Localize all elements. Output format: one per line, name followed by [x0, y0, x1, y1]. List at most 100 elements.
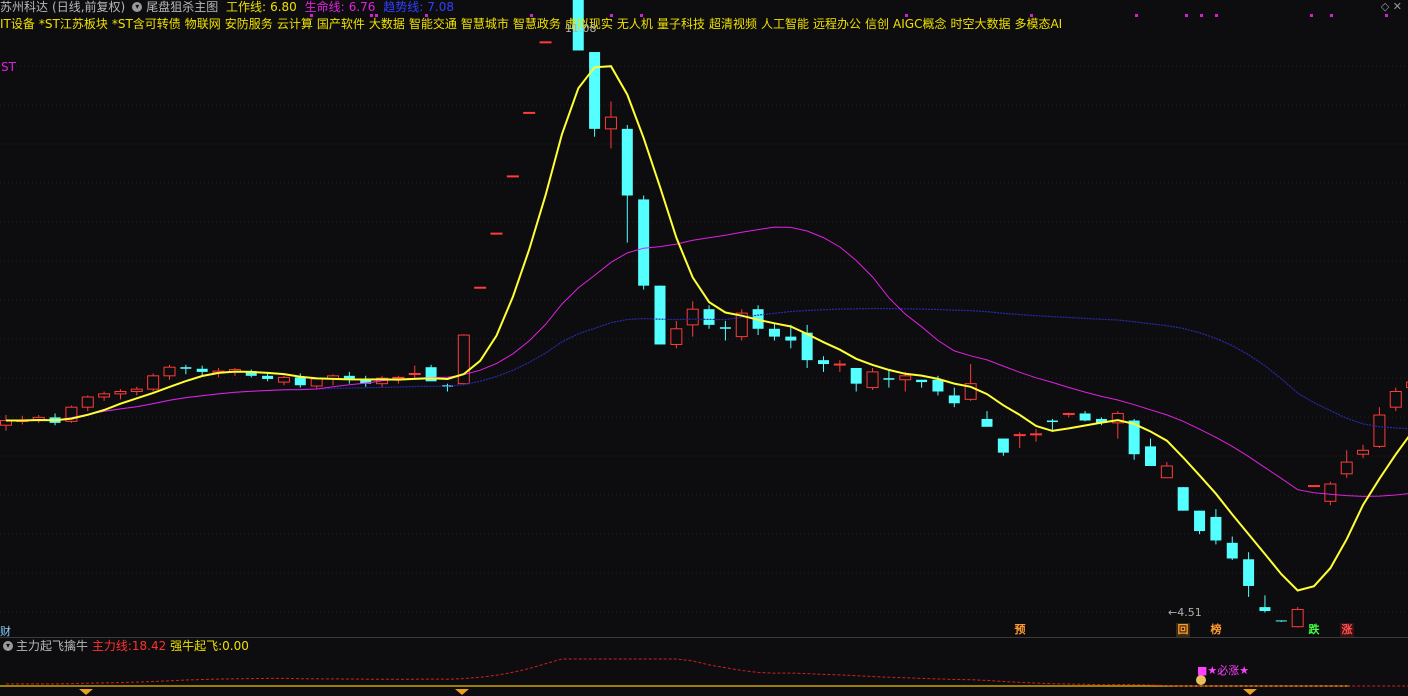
candle-body: [1194, 510, 1206, 532]
concept-tag[interactable]: *ST含可转债: [112, 17, 181, 31]
candle: [1373, 407, 1386, 448]
concept-tag[interactable]: 远程办公: [813, 17, 861, 31]
candle-body: [1046, 420, 1058, 423]
life-line-value: 6.76: [348, 0, 376, 14]
candle-body: [408, 372, 421, 375]
candle-body: [277, 376, 290, 383]
bull-label: 强牛起飞:: [170, 639, 223, 653]
concept-tag[interactable]: 智能交通: [409, 17, 457, 31]
candle-body: [1324, 483, 1337, 502]
candle-body: [1160, 465, 1173, 479]
candle: [1259, 595, 1271, 613]
concept-tag[interactable]: AIGC概念: [893, 17, 946, 31]
candle-body: [1275, 620, 1287, 622]
concept-tag[interactable]: 量子科技: [657, 17, 705, 31]
concept-tag[interactable]: *ST江苏板块: [39, 17, 108, 31]
concept-tag[interactable]: 大数据: [369, 17, 405, 31]
candle-body: [1259, 607, 1271, 612]
candle-body: [392, 376, 405, 379]
indicator-name[interactable]: 尾盘狙杀主图: [146, 0, 218, 14]
concept-tag[interactable]: 无人机: [617, 17, 653, 31]
candle: [457, 334, 470, 386]
candle: [180, 364, 192, 375]
candle: [539, 41, 552, 44]
chart-header: 苏州科达 (日线,前复权) ▾ 尾盘狙杀主图 工作线: 6.80 生命线: 6.76 趋势…: [0, 0, 1408, 16]
candle: [1177, 487, 1189, 511]
candle: [997, 438, 1009, 456]
candle-body: [130, 388, 143, 393]
candle-body: [1373, 414, 1386, 447]
candle: [1194, 510, 1206, 535]
high-price-label: 11.08: [565, 22, 597, 35]
period-label: (日线,前复权): [52, 0, 126, 14]
concept-tag[interactable]: 信创: [865, 17, 889, 31]
close-icon[interactable]: ✕: [1393, 0, 1402, 13]
concept-tag[interactable]: 超清视频: [709, 17, 757, 31]
indicator-menu-icon[interactable]: ▾: [132, 1, 143, 12]
work-line-label: 工作线:: [226, 0, 267, 14]
concept-tag[interactable]: 时空大数据: [950, 17, 1010, 31]
bizhang-signal: ■★必涨★: [1197, 664, 1250, 677]
candle: [441, 383, 453, 392]
candle: [245, 369, 257, 378]
candle-body: [768, 328, 780, 337]
candle: [833, 360, 846, 372]
zhang-tag[interactable]: 涨: [1340, 623, 1354, 637]
candle: [1160, 462, 1173, 479]
candle-body: [1210, 516, 1222, 541]
yu-tag[interactable]: 预: [1013, 623, 1027, 637]
diamond-icon[interactable]: ◇: [1381, 0, 1389, 13]
candle: [490, 232, 503, 235]
candle: [130, 386, 143, 396]
candle-body: [294, 377, 306, 386]
candle: [948, 387, 960, 408]
stock-name[interactable]: 苏州科达: [0, 0, 48, 14]
concept-tag[interactable]: 人工智能: [761, 17, 809, 31]
bull-value: 0.00: [222, 639, 249, 653]
candlesticks: [0, 0, 1408, 628]
concept-tag[interactable]: 智慧政务: [513, 17, 561, 31]
candle: [670, 320, 683, 349]
die-tag[interactable]: 跌: [1307, 623, 1321, 637]
candle-body: [866, 371, 879, 389]
candle: [1013, 432, 1026, 448]
st-label: ST: [1, 60, 16, 74]
candle-body: [850, 367, 862, 384]
candle-body: [883, 378, 895, 380]
concept-tag[interactable]: IT设备: [0, 17, 35, 31]
bang-tag[interactable]: 榜: [1209, 623, 1223, 637]
candle-body: [81, 396, 94, 408]
candle: [964, 364, 977, 401]
candle: [916, 379, 928, 388]
life-line-label: 生命线:: [304, 0, 345, 14]
candle: [277, 375, 290, 386]
candle-body: [785, 336, 797, 341]
concept-tag[interactable]: 云计算: [277, 17, 313, 31]
concept-tag[interactable]: 多模态AI: [1014, 17, 1062, 31]
candle: [818, 356, 829, 372]
sub-indicator-menu-icon[interactable]: ▾: [3, 640, 13, 651]
candle: [65, 405, 78, 423]
trend-line-label: 趋势线:: [383, 0, 424, 14]
candle-body: [670, 328, 683, 345]
candle-body: [1357, 449, 1370, 455]
candle: [1308, 485, 1320, 488]
candle-body: [114, 391, 127, 395]
sub-indicator-name[interactable]: 主力起飞擒牛: [16, 639, 88, 653]
candle-body: [310, 378, 323, 387]
candle: [1111, 411, 1124, 439]
concept-tag[interactable]: 物联网: [185, 17, 221, 31]
concept-tag[interactable]: 国产软件: [317, 17, 365, 31]
price-chart[interactable]: [0, 0, 1408, 696]
candle-body: [474, 286, 487, 289]
finance-tag[interactable]: 财: [0, 623, 11, 639]
candle-body: [1030, 433, 1043, 436]
concept-tag[interactable]: 智慧城市: [461, 17, 509, 31]
candle: [474, 286, 487, 289]
candle-body: [654, 285, 666, 345]
candle: [523, 111, 536, 114]
candle-body: [1308, 485, 1320, 488]
concept-tag[interactable]: 安防服务: [225, 17, 273, 31]
hui-tag[interactable]: 回: [1176, 623, 1190, 637]
candle: [604, 101, 617, 149]
